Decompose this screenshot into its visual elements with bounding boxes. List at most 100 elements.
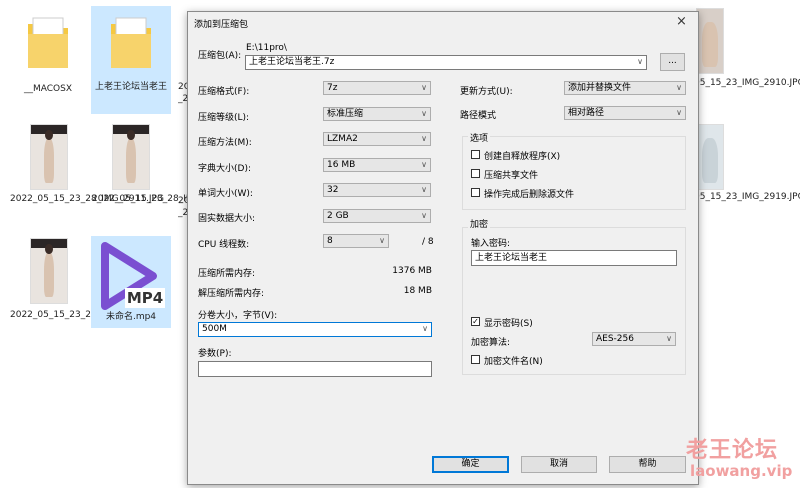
split-size-combo[interactable]: 500M ∨ [198,322,432,337]
image-thumbnail [112,124,150,190]
chevron-down-icon: ∨ [421,134,427,143]
file-label: 2022_05_15_23_28_IMG_2911.JPG [10,194,164,204]
path-mode-select[interactable]: 相对路径 ∨ [564,106,686,120]
level-label: 压缩等级(L): [198,113,250,123]
level-value: 标准压缩 [327,109,364,119]
path-mode-label: 路径模式 [460,111,497,121]
encrypt-filenames-label: 加密文件名(N) [484,357,543,367]
cpu-threads-select[interactable]: 8 ∨ [323,234,389,248]
archive-path: E:\11pro\ [246,43,287,53]
chevron-down-icon: ∨ [421,185,427,194]
dictionary-label: 字典大小(D): [198,164,251,174]
add-to-archive-dialog: 添加到压缩包 × 压缩包(A): E:\11pro\ 上老王论坛当老王.7z ∨… [187,11,699,485]
encryption-title: 加密 [468,217,491,230]
dialog-title: 添加到压缩包 [194,20,249,30]
file-label: 05_15_23_IMG_2919.JPG [694,192,800,202]
file-label: 未命名.mp4 [105,312,157,322]
format-select[interactable]: 7z ∨ [323,81,431,95]
sfx-checkbox[interactable] [471,150,480,159]
word-size-value: 32 [327,185,339,195]
compress-memory-value: 1376 MB [392,266,432,276]
update-mode-select[interactable]: 添加并替换文件 ∨ [564,81,686,95]
delete-after-checkbox[interactable] [471,188,480,197]
solid-size-label: 固实数据大小: [198,214,256,224]
folder-shanglaowang[interactable]: 上老王论坛当老王 [91,6,171,114]
file-label: 2022_05_15_23_28_IMG_2912.JPG [92,194,246,204]
solid-size-select[interactable]: 2 GB ∨ [323,209,431,223]
close-icon[interactable]: × [676,14,687,29]
update-mode-value: 添加并替换文件 [568,83,632,93]
split-size-value: 500M [202,324,227,334]
parameters-label: 参数(P): [198,349,232,359]
image-thumbnail [696,124,724,190]
file-label: 2022_05_15_23_29_IMG_2920.JPG [10,310,164,320]
solid-size-value: 2 GB [327,211,349,221]
mp4-badge: MP4 [125,288,165,308]
image-file[interactable]: 2022_05_15_23_28_IMG_2912.JPG [92,122,246,232]
file-label: 05_15_23_IMG_2910.JPG [694,78,800,88]
word-size-select[interactable]: 32 ∨ [323,183,431,197]
compress-memory-label: 压缩所需内存: [198,269,256,279]
folder-icon [28,17,68,68]
browse-button[interactable]: ... [660,53,685,71]
chevron-down-icon: ∨ [676,108,682,117]
chevron-down-icon: ∨ [421,211,427,220]
folder-icon [111,17,151,68]
sfx-label: 创建自释放程序(X) [484,152,561,162]
chevron-down-icon: ∨ [421,83,427,92]
chevron-down-icon: ∨ [666,334,672,343]
decompress-memory-label: 解压缩所需内存: [198,289,265,299]
image-thumbnail [696,8,724,74]
ok-button[interactable]: 确定 [432,456,509,473]
update-mode-label: 更新方式(U): [460,87,513,97]
password-label: 输入密码: [471,239,511,249]
cancel-button[interactable]: 取消 [521,456,597,473]
image-file[interactable]: 2022_05_15_23_28_IMG_2911.JPG [10,122,164,232]
image-file[interactable]: 2022_05_15_23_29_IMG_2920.JPG [10,236,164,348]
password-input[interactable]: 上老王论坛当老王 [471,250,677,266]
help-button[interactable]: 帮助 [609,456,686,473]
method-select[interactable]: LZMA2 ∨ [323,132,431,146]
decompress-memory-value: 18 MB [403,286,432,296]
watermark-logo: 老王论坛 [686,438,779,463]
archive-name-value: 上老王论坛当老王.7z [249,57,335,67]
encrypt-filenames-checkbox[interactable] [471,355,480,364]
video-file[interactable]: MP4 未命名.mp4 [91,236,171,328]
cpu-threads-value: 8 [327,236,333,246]
show-password-checkbox[interactable]: ✓ [471,317,480,326]
delete-after-label: 操作完成后删除源文件 [484,190,575,200]
chevron-down-icon: ∨ [421,109,427,118]
dictionary-value: 16 MB [327,160,356,170]
parameters-input[interactable] [198,361,432,377]
chevron-down-icon: ∨ [379,236,385,245]
encryption-method-select[interactable]: AES-256 ∨ [592,332,676,346]
watermark-url: laowang.vip [690,462,793,480]
folder-label: __MACOSX [23,84,72,94]
image-thumbnail [30,124,68,190]
cpu-threads-label: CPU 线程数: [198,240,250,250]
path-mode-value: 相对路径 [568,108,605,118]
options-title: 选项 [468,131,491,144]
word-size-label: 单词大小(W): [198,189,253,199]
method-value: LZMA2 [327,134,358,144]
method-label: 压缩方法(M): [198,138,252,148]
format-value: 7z [327,83,338,93]
encryption-method-label: 加密算法: [471,338,511,348]
format-label: 压缩格式(F): [198,87,250,97]
archive-name-combo[interactable]: 上老王论坛当老王.7z ∨ [245,55,647,70]
encryption-method-value: AES-256 [596,334,634,344]
cpu-threads-max: / 8 [422,237,434,247]
dictionary-select[interactable]: 16 MB ∨ [323,158,431,172]
image-file[interactable]: 05_15_23_IMG_2910.JPG [694,8,800,118]
chevron-down-icon: ∨ [422,324,428,333]
folder-macosx[interactable]: __MACOSX [12,8,84,98]
level-select[interactable]: 标准压缩 ∨ [323,107,431,121]
archive-label: 压缩包(A): [198,51,242,61]
chevron-down-icon: ∨ [676,83,682,92]
chevron-down-icon: ∨ [637,57,643,66]
image-file[interactable]: 05_15_23_IMG_2919.JPG [694,122,800,232]
image-thumbnail [30,238,68,304]
split-size-label: 分卷大小，字节(V): [198,311,278,321]
shared-files-label: 压缩共享文件 [484,171,539,181]
shared-files-checkbox[interactable] [471,169,480,178]
